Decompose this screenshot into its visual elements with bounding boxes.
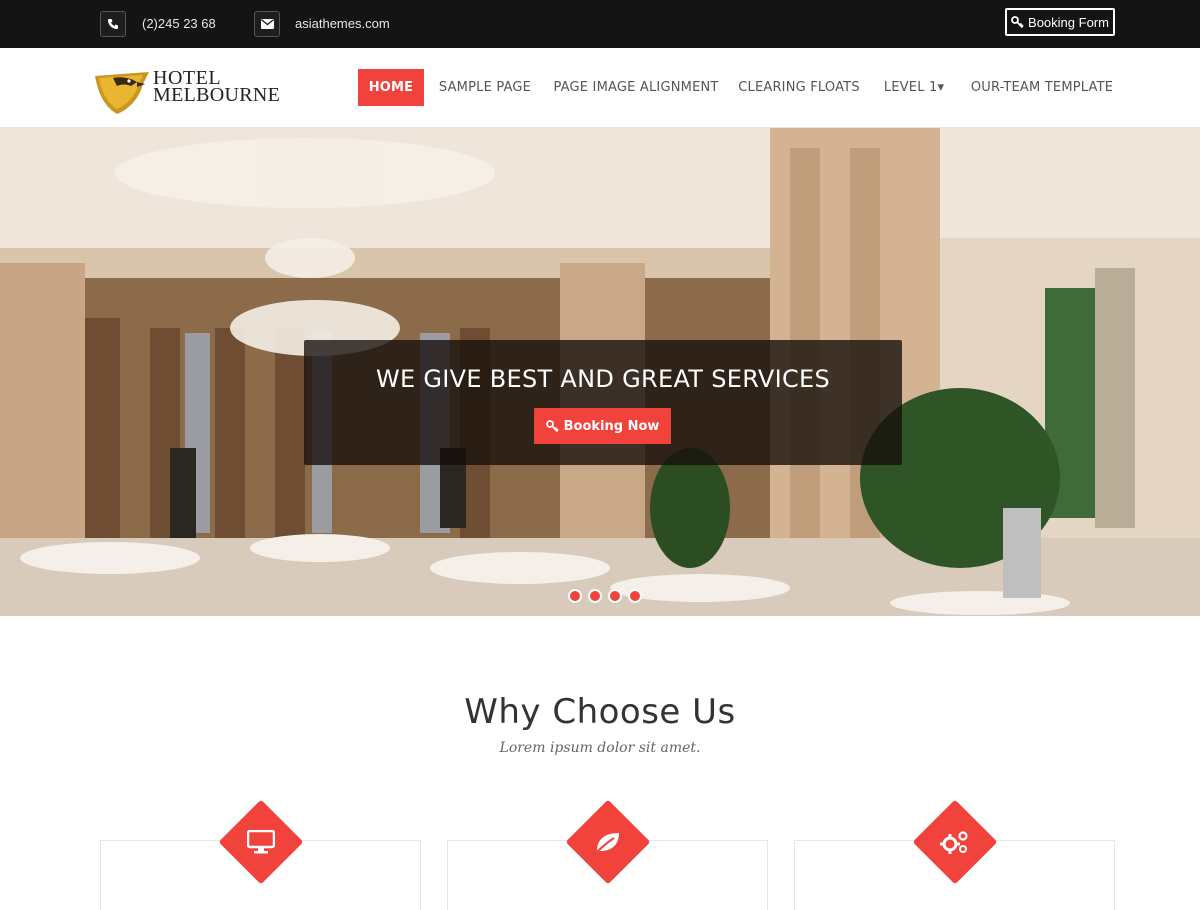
nav-item-clearing-floats[interactable]: CLEARING FLOATS [734,69,864,106]
slider-dot[interactable] [628,589,642,603]
nav-item-our-team-template[interactable]: OUR-TEAM TEMPLATE [962,69,1122,106]
booking-form-button[interactable]: Booking Form [1005,8,1115,36]
feature-badge [218,799,304,885]
hero-title: WE GIVE BEST AND GREAT SERVICES [375,365,831,393]
leaf-icon [596,833,619,853]
top-bar: (2)245 23 68 asiathemes.com Booking Form [0,0,1200,48]
monitor-icon [247,830,275,854]
phone-number: (2)245 23 68 [142,16,216,31]
nav-item-page-image-alignment[interactable]: PAGE IMAGE ALIGNMENT [550,69,722,106]
key-icon [1011,15,1024,28]
gears-icon [940,831,968,854]
feature-badge [565,799,651,885]
hero-caption-box: WE GIVE BEST AND GREAT SERVICES Booking … [304,340,902,465]
nav-item-level-1[interactable]: LEVEL 1▾ [878,69,950,106]
main-nav: HOME SAMPLE PAGE PAGE IMAGE ALIGNMENT CL… [0,69,1200,107]
feature-badge [912,799,998,885]
key-icon [545,419,559,432]
section-subtitle: Lorem ipsum dolor sit amet. [499,740,701,756]
nav-item-home[interactable]: HOME [358,69,424,106]
nav-item-sample-page[interactable]: SAMPLE PAGE [434,69,536,106]
hero-slider: WE GIVE BEST AND GREAT SERVICES Booking … [0,128,1200,616]
slider-dot-active[interactable] [588,589,602,603]
slider-dot[interactable] [608,589,622,603]
slider-dot[interactable] [568,589,582,603]
email-link[interactable]: asiathemes.com [295,16,390,31]
envelope-icon [254,11,280,37]
booking-form-label: Booking Form [1028,14,1109,30]
booking-now-label: Booking Now [563,418,660,434]
slider-pagination [568,589,642,603]
site-header: HOTEL MELBOURNE HOME SAMPLE PAGE PAGE IM… [0,48,1200,128]
booking-now-button[interactable]: Booking Now [534,408,671,444]
phone-icon [100,11,126,37]
section-title: Why Choose Us [464,692,736,732]
